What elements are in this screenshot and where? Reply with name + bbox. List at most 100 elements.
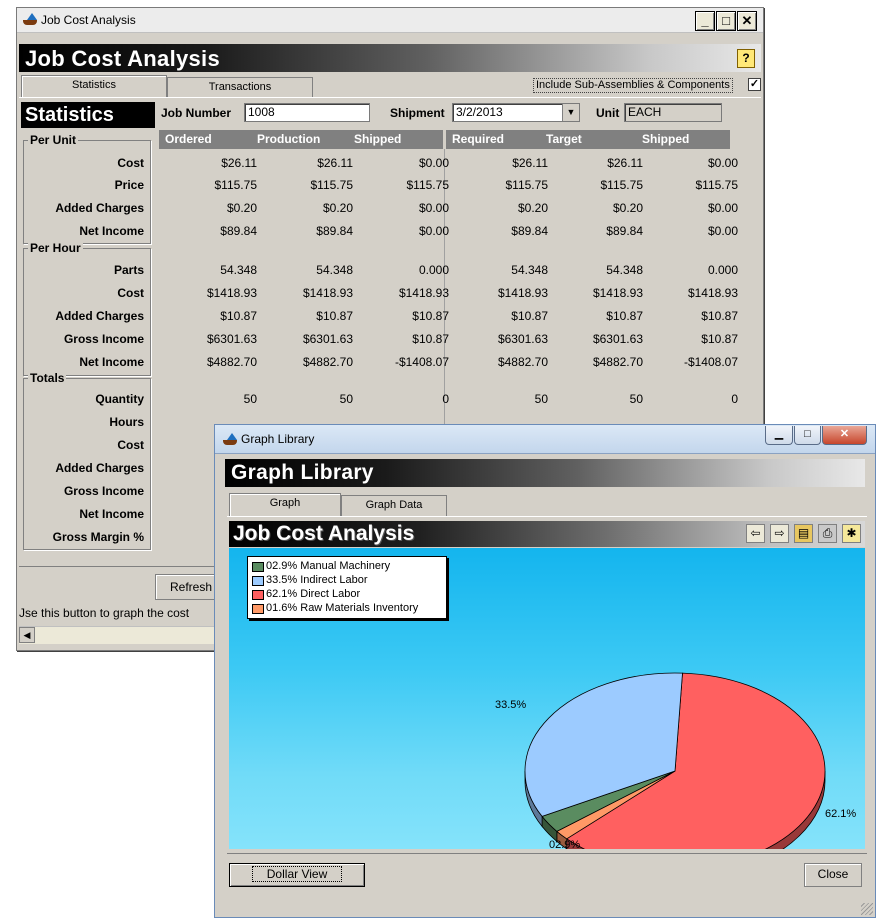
row-label: Gross Margin % [52, 530, 144, 544]
col-header-shipped-2: Shipped [642, 132, 690, 146]
forward-arrow-icon[interactable]: ⇨ [770, 524, 789, 543]
chart-title: Job Cost Analysis [233, 522, 415, 545]
cell-value: $10.87 [511, 309, 548, 323]
pie-chart: 62.1%01.6%02.9%33.5% [495, 672, 856, 849]
grid-header-right: Required Target Shipped [446, 130, 730, 149]
cell-value: $0.20 [517, 201, 548, 215]
tab-statistics-label: Statistics [71, 79, 116, 91]
job-number-field[interactable]: 1008 [244, 103, 370, 122]
shipment-label: Shipment [390, 106, 445, 120]
cell-value: $1418.93 [687, 286, 738, 300]
cell-value: $10.87 [606, 309, 643, 323]
cell-value: $4882.70 [206, 355, 257, 369]
shipment-dropdown[interactable]: 3/2/2013 ▼ [452, 103, 580, 122]
cell-value: $10.87 [701, 332, 738, 346]
graph-title-banner: Graph Library [225, 459, 865, 487]
job-number-label: Job Number [161, 106, 232, 120]
settings-icon[interactable]: ✱ [842, 524, 861, 543]
back-arrow-icon[interactable]: ⇦ [746, 524, 765, 543]
include-sub-assemblies-label[interactable]: Include Sub-Assemblies & Components [533, 78, 733, 93]
cell-value: 0.000 [418, 263, 449, 277]
cell-value: $26.11 [317, 156, 353, 170]
title-banner: Job Cost Analysis ? [19, 44, 761, 72]
cell-value: -$1408.07 [394, 355, 449, 369]
cell-value: $4882.70 [592, 355, 643, 369]
cell-value: 50 [339, 392, 353, 406]
cell-value: $10.87 [701, 309, 738, 323]
row-label: Added Charges [55, 201, 144, 215]
cell-value: $89.84 [511, 224, 548, 238]
resize-grip-icon[interactable] [861, 903, 873, 915]
cell-value: $10.87 [316, 309, 353, 323]
row-label: Gross Income [63, 332, 144, 346]
cell-value: $26.11 [221, 156, 257, 170]
cell-value: $115.75 [600, 178, 644, 192]
row-label: Net Income [79, 224, 144, 238]
clipboard-icon[interactable]: ▤ [794, 524, 813, 543]
col-header-required: Required [452, 132, 505, 146]
tab-transactions[interactable]: Transactions [167, 77, 313, 98]
unit-field: EACH [624, 103, 722, 122]
cell-value: $6301.63 [497, 332, 548, 346]
cell-value: $89.84 [606, 224, 643, 238]
cell-value: 50 [629, 392, 643, 406]
group-title: Per Unit [28, 133, 79, 147]
row-label: Parts [113, 263, 144, 277]
cell-value: $0.00 [418, 224, 449, 238]
cell-value: $115.75 [406, 178, 450, 192]
row-label: Added Charges [55, 309, 144, 323]
cell-value: -$1408.07 [683, 355, 738, 369]
cell-value: $1418.93 [206, 286, 257, 300]
cell-value: $0.00 [707, 156, 738, 170]
row-label: Net Income [79, 355, 144, 369]
cell-value: $26.11 [607, 156, 643, 170]
cell-value: $89.84 [316, 224, 353, 238]
graph-title-bar[interactable]: Graph Library ▁ □ ✕ [215, 425, 875, 454]
grid-header-left: Ordered Production Shipped [159, 130, 443, 149]
cell-value: $26.11 [512, 156, 548, 170]
cell-value: $10.87 [412, 332, 449, 346]
cell-value: $115.75 [505, 178, 549, 192]
dollar-view-button[interactable]: Dollar View [229, 863, 365, 887]
row-label: Cost [117, 286, 144, 300]
minimize-button[interactable]: _ [695, 11, 715, 31]
help-icon[interactable]: ? [737, 49, 755, 68]
maximize-button[interactable]: □ [716, 11, 736, 31]
chart-title-banner: Job Cost Analysis ⇦ ⇨ ▤ ⎙ ✱ [229, 521, 865, 547]
tab-graph[interactable]: Graph [229, 493, 341, 517]
row-label: Cost [117, 438, 144, 452]
row-label: Quantity [95, 392, 144, 406]
app-icon [23, 13, 37, 25]
minimize-button[interactable]: ▁ [765, 426, 793, 445]
title-bar[interactable]: Job Cost Analysis _ □ ✕ [17, 8, 763, 33]
cell-value: $1418.93 [497, 286, 548, 300]
unit-label: Unit [596, 106, 620, 120]
col-header-target: Target [546, 132, 582, 146]
cell-value: $6301.63 [302, 332, 353, 346]
tab-graph-data[interactable]: Graph Data [341, 495, 447, 516]
close-button[interactable]: Close [804, 863, 862, 887]
cell-value: $0.00 [418, 156, 449, 170]
include-sub-assemblies-checkbox[interactable]: ✓ [748, 78, 761, 91]
row-label: Gross Income [63, 484, 144, 498]
tab-statistics[interactable]: Statistics [21, 75, 167, 98]
cell-value: $0.20 [612, 201, 643, 215]
cell-value: 0 [731, 392, 738, 406]
graph-library-window: Graph Library ▁ □ ✕ Graph Library Graph Gr… [214, 424, 876, 918]
graph-banner-title: Graph Library [231, 461, 374, 484]
cell-value: 0.000 [707, 263, 738, 277]
tab-divider [19, 97, 761, 98]
tab-graph-data-label: Graph Data [365, 499, 423, 511]
close-button[interactable]: ✕ [737, 11, 757, 31]
cell-value: $10.87 [220, 309, 257, 323]
cell-value: $0.00 [707, 224, 738, 238]
maximize-button[interactable]: □ [794, 426, 821, 445]
close-window-button[interactable]: ✕ [822, 426, 867, 445]
cell-value: $4882.70 [497, 355, 548, 369]
chevron-down-icon[interactable]: ▼ [562, 104, 579, 121]
tab-transactions-label: Transactions [208, 81, 272, 93]
print-icon[interactable]: ⎙ [818, 524, 837, 543]
cell-value: $0.00 [707, 201, 738, 215]
scroll-left-icon[interactable]: ◀ [19, 627, 35, 643]
cell-value: 54.348 [606, 263, 643, 277]
